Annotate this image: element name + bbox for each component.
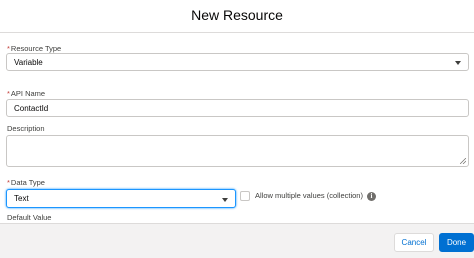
api-name-input[interactable]: ContactId: [6, 99, 469, 117]
default-value-label-text: Default Value: [7, 213, 52, 222]
data-type-label: *Data Type: [7, 178, 45, 187]
resource-type-label-text: Resource Type: [10, 44, 62, 53]
data-type-value: Text: [14, 194, 29, 203]
resize-grip-icon[interactable]: [460, 158, 466, 164]
required-marker: *: [7, 44, 10, 53]
resource-type-label: *Resource Type: [7, 44, 61, 53]
required-marker: *: [7, 89, 10, 98]
api-name-label: *API Name: [7, 89, 45, 98]
dialog-header: New Resource: [0, 0, 474, 33]
dialog-body: *Resource Type Variable *API Name Contac…: [0, 33, 474, 223]
description-label: Description: [7, 124, 45, 133]
description-textarea[interactable]: [6, 135, 469, 167]
description-label-text: Description: [7, 124, 45, 133]
data-type-select[interactable]: Text: [6, 189, 236, 208]
allow-multiple-label: Allow multiple values (collection): [255, 191, 363, 200]
info-icon[interactable]: i: [367, 192, 376, 201]
resource-type-select[interactable]: Variable: [6, 53, 469, 71]
cancel-button[interactable]: Cancel: [394, 233, 434, 252]
default-value-label: Default Value: [7, 213, 51, 222]
allow-multiple-checkbox[interactable]: [240, 191, 250, 201]
chevron-down-icon: [222, 197, 228, 202]
api-name-value: ContactId: [14, 104, 49, 113]
done-button[interactable]: Done: [439, 233, 474, 252]
dialog-title: New Resource: [191, 7, 283, 23]
dialog-footer: Cancel Done: [0, 223, 474, 258]
required-marker: *: [7, 178, 10, 187]
data-type-label-text: Data Type: [10, 178, 45, 187]
resource-type-value: Variable: [14, 58, 43, 67]
chevron-down-icon: [455, 61, 461, 65]
api-name-label-text: API Name: [10, 89, 46, 98]
